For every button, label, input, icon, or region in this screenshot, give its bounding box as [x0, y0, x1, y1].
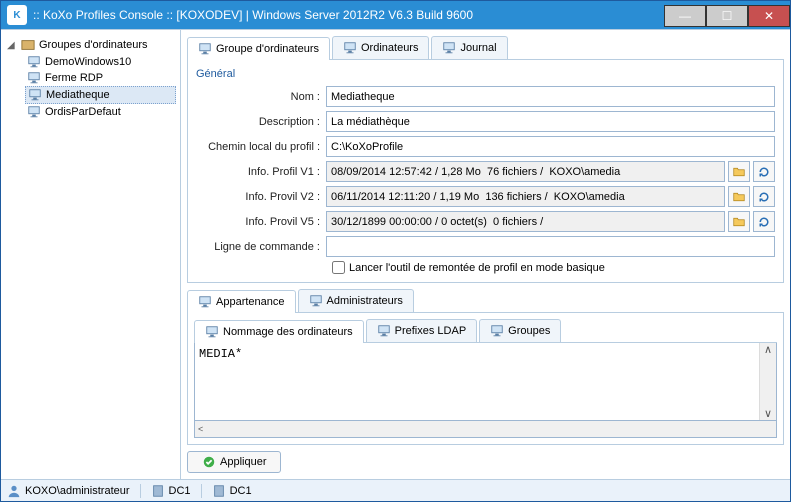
statusbar: KOXO\administrateur DC1 DC1 — [1, 479, 790, 501]
computer-icon — [28, 88, 42, 102]
computer-icon — [27, 105, 41, 119]
nom-field[interactable] — [326, 86, 775, 107]
server-icon-2 — [212, 484, 226, 498]
basic-mode-checkbox[interactable] — [332, 261, 345, 274]
v2-refresh-button[interactable] — [753, 186, 775, 207]
naming-textarea[interactable] — [195, 343, 759, 420]
tree-root[interactable]: ◢ Groupes d'ordinateurs — [5, 36, 176, 54]
tab-label: Groupes — [508, 325, 550, 337]
tab-label: Ordinateurs — [361, 42, 418, 54]
v1-refresh-button[interactable] — [753, 161, 775, 182]
tab-icon — [309, 294, 323, 308]
maximize-button[interactable]: ☐ — [706, 5, 748, 27]
v5-refresh-button[interactable] — [753, 211, 775, 232]
desc-label: Description : — [196, 116, 326, 128]
tab-icon — [198, 295, 212, 309]
tree-item-label: OrdisParDefaut — [45, 106, 121, 118]
sub-tab-appartenance[interactable]: Appartenance — [187, 290, 296, 313]
scroll-up-icon[interactable]: ∧ — [764, 343, 772, 356]
tab-icon — [343, 41, 357, 55]
scroll-down-icon[interactable]: ∨ — [764, 407, 772, 420]
computer-icon — [27, 55, 41, 69]
tab-icon — [377, 324, 391, 338]
tab-label: Journal — [460, 42, 496, 54]
tab-icon — [490, 324, 504, 338]
check-icon — [202, 455, 216, 469]
nom-label: Nom : — [196, 91, 326, 103]
h-scrollbar[interactable]: < — [194, 421, 777, 438]
chemin-label: Chemin local du profil : — [196, 141, 326, 153]
v1-label: Info. Profil V1 : — [196, 166, 326, 178]
sub2-tab-nommage-des-ordinateurs[interactable]: Nommage des ordinateurs — [194, 320, 364, 343]
tree-item-label: DemoWindows10 — [45, 56, 131, 68]
tree-item-mediatheque[interactable]: Mediatheque — [25, 86, 176, 104]
tree-item-ferme rdp[interactable]: Ferme RDP — [25, 70, 176, 86]
appartenance-panel: Nommage des ordinateurs Prefixes LDAP Grou… — [187, 313, 784, 445]
collapse-icon[interactable]: ◢ — [7, 40, 17, 51]
v1-field — [326, 161, 725, 182]
tab-label: Administrateurs — [327, 295, 403, 307]
apply-label: Appliquer — [220, 456, 266, 468]
app-icon: K — [7, 5, 27, 25]
user-icon — [7, 484, 21, 498]
computer-icon — [27, 71, 41, 85]
tree-root-label: Groupes d'ordinateurs — [39, 39, 148, 51]
cmd-field[interactable] — [326, 236, 775, 257]
sub-tabs-2: Nommage des ordinateurs Prefixes LDAP Grou… — [194, 319, 777, 343]
tab-label: Nommage des ordinateurs — [223, 326, 353, 338]
sub2-tab-groupes[interactable]: Groupes — [479, 319, 561, 342]
apply-button[interactable]: Appliquer — [187, 451, 281, 473]
app-window: K :: KoXo Profiles Console :: [KOXODEV] … — [0, 0, 791, 502]
status-dc1: DC1 — [169, 485, 191, 497]
minimize-button[interactable]: — — [664, 5, 706, 27]
tree-item-ordispardefaut[interactable]: OrdisParDefaut — [25, 104, 176, 120]
status-user: KOXO\administrateur — [25, 485, 130, 497]
sub-tab-administrateurs[interactable]: Administrateurs — [298, 289, 414, 312]
main-tab-groupe-d-ordinateurs[interactable]: Groupe d'ordinateurs — [187, 37, 330, 60]
tree-item-label: Mediatheque — [46, 89, 110, 101]
main-tabs: Groupe d'ordinateurs Ordinateurs Journal — [187, 36, 784, 60]
v1-browse-button[interactable] — [728, 161, 750, 182]
v5-field — [326, 211, 725, 232]
group-icon — [21, 38, 35, 52]
server-icon — [151, 484, 165, 498]
sub-tabs-1: Appartenance Administrateurs — [187, 289, 784, 313]
desc-field[interactable] — [326, 111, 775, 132]
main-tab-journal[interactable]: Journal — [431, 36, 507, 59]
window-title: :: KoXo Profiles Console :: [KOXODEV] | … — [33, 8, 664, 22]
tab-icon — [205, 325, 219, 339]
tree-panel: ◢ Groupes d'ordinateurs DemoWindows10 Fer… — [1, 30, 181, 479]
tree-item-label: Ferme RDP — [45, 72, 103, 84]
basic-mode-label: Lancer l'outil de remontée de profil en … — [349, 262, 605, 274]
close-button[interactable]: ✕ — [748, 5, 790, 27]
v2-field — [326, 186, 725, 207]
sub2-tab-prefixes-ldap[interactable]: Prefixes LDAP — [366, 319, 478, 342]
main-panel: Groupe d'ordinateurs Ordinateurs Journal G… — [181, 30, 790, 479]
main-tab-ordinateurs[interactable]: Ordinateurs — [332, 36, 429, 59]
v2-label: Info. Provil V2 : — [196, 191, 326, 203]
general-groupbox: Général Nom : Description : Chemin local… — [187, 60, 784, 283]
tree-item-demowindows10[interactable]: DemoWindows10 — [25, 54, 176, 70]
v5-label: Info. Provil V5 : — [196, 216, 326, 228]
status-dc2: DC1 — [230, 485, 252, 497]
tab-label: Groupe d'ordinateurs — [216, 43, 319, 55]
tab-label: Prefixes LDAP — [395, 325, 467, 337]
cmd-label: Ligne de commande : — [196, 241, 326, 253]
tab-icon — [442, 41, 456, 55]
v2-browse-button[interactable] — [728, 186, 750, 207]
tab-icon — [198, 42, 212, 56]
scrollbar[interactable]: ∧∨ — [759, 343, 776, 420]
tab-label: Appartenance — [216, 296, 285, 308]
titlebar: K :: KoXo Profiles Console :: [KOXODEV] … — [1, 1, 790, 29]
v5-browse-button[interactable] — [728, 211, 750, 232]
chemin-field[interactable] — [326, 136, 775, 157]
general-title: Général — [196, 68, 775, 80]
